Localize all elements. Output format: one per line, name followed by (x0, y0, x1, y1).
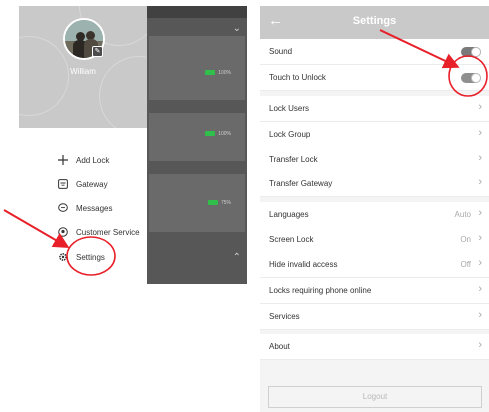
row-value: On (460, 235, 471, 244)
settings-row-touch-to-unlock[interactable]: Touch to Unlock (260, 65, 489, 91)
edit-avatar-icon[interactable]: ✎ (92, 46, 103, 57)
menu-item-settings[interactable]: Settings (57, 249, 105, 265)
overlay-status-strip (147, 6, 247, 18)
settings-row-hide-invalid-access[interactable]: Hide invalid access Off › (260, 252, 489, 278)
lock-card[interactable]: 100% (149, 113, 245, 161)
row-label: Transfer Gateway (269, 179, 333, 188)
chevron-right-icon: › (478, 232, 482, 244)
plus-icon (57, 154, 69, 166)
logout-button[interactable]: Logout (268, 386, 482, 408)
settings-row-locks-requiring-phone-online[interactable]: Locks requiring phone online › (260, 278, 489, 304)
menu-item-label: Gateway (76, 179, 108, 189)
row-label: Hide invalid access (269, 260, 338, 269)
message-icon (57, 202, 69, 214)
battery-indicator: 100% (205, 125, 231, 137)
battery-icon (205, 70, 216, 76)
menu-item-messages[interactable]: Messages (57, 200, 112, 216)
battery-icon (207, 200, 218, 206)
lock-card[interactable]: 75% (149, 174, 245, 232)
settings-screen: ← Settings Sound Touch to Unlock Lock Us… (260, 6, 489, 412)
menu-item-label: Messages (76, 203, 113, 213)
gear-icon (57, 251, 69, 263)
battery-icon (205, 131, 216, 137)
row-label: Screen Lock (269, 235, 314, 244)
settings-row-transfer-lock[interactable]: Transfer Lock › (260, 147, 489, 173)
settings-row-lock-users[interactable]: Lock Users › (260, 96, 489, 122)
page-title: Settings (352, 15, 397, 27)
settings-row-about[interactable]: About › (260, 334, 489, 360)
header-decor-circle (19, 36, 69, 116)
side-drawer-screen: ✎ William ⌄ 100% 100% 75% ⌃ Add Lock Gat… (19, 6, 247, 284)
menu-item-label: Add Lock (76, 155, 110, 165)
settings-row-sound[interactable]: Sound (260, 39, 489, 65)
row-label: Languages (269, 210, 309, 219)
lock-card[interactable]: 100% (149, 36, 245, 100)
menu-item-label: Settings (76, 252, 105, 262)
sound-toggle[interactable] (461, 47, 481, 57)
chevron-up-icon: ⌃ (232, 252, 241, 263)
menu-item-gateway[interactable]: Gateway (57, 176, 108, 192)
chevron-right-icon: › (478, 283, 482, 295)
menu-item-label: Customer Service (76, 227, 140, 237)
row-value: Off (460, 260, 471, 269)
settings-row-transfer-gateway[interactable]: Transfer Gateway › (260, 171, 489, 197)
row-label: Touch to Unlock (269, 73, 326, 82)
gateway-icon (57, 178, 69, 190)
battery-indicator: 100% (205, 64, 231, 76)
row-label: Sound (269, 47, 293, 56)
menu-item-customer-service[interactable]: Customer Service (57, 224, 140, 240)
chevron-right-icon: › (478, 207, 482, 219)
row-label: Lock Group (269, 130, 311, 139)
chevron-right-icon: › (478, 127, 482, 139)
row-label: Lock Users (269, 104, 310, 113)
settings-row-screen-lock[interactable]: Screen Lock On › (260, 227, 489, 253)
row-label: Transfer Lock (269, 155, 318, 164)
customer-service-icon (57, 226, 69, 238)
chevron-down-icon: ⌄ (232, 23, 241, 34)
battery-indicator: 75% (207, 194, 231, 206)
row-label: Services (269, 312, 300, 321)
settings-row-lock-group[interactable]: Lock Group › (260, 122, 489, 148)
chevron-right-icon: › (478, 152, 482, 164)
navigation-bar: ← Settings (260, 6, 489, 39)
chevron-right-icon: › (478, 309, 482, 321)
row-value: Auto (454, 210, 471, 219)
user-name: William (70, 67, 96, 76)
menu-item-add-lock[interactable]: Add Lock (57, 152, 109, 168)
dimmed-lock-list[interactable]: ⌄ 100% 100% 75% ⌃ (147, 6, 247, 284)
touch-to-unlock-toggle[interactable] (461, 73, 481, 83)
settings-row-services[interactable]: Services › (260, 304, 489, 330)
drawer-profile-header: ✎ William (19, 6, 179, 136)
settings-row-languages[interactable]: Languages Auto › (260, 202, 489, 228)
chevron-right-icon: › (478, 257, 482, 269)
row-label: About (269, 342, 290, 351)
chevron-right-icon: › (478, 176, 482, 188)
row-label: Locks requiring phone online (269, 286, 372, 295)
chevron-right-icon: › (478, 339, 482, 351)
chevron-right-icon: › (478, 101, 482, 113)
